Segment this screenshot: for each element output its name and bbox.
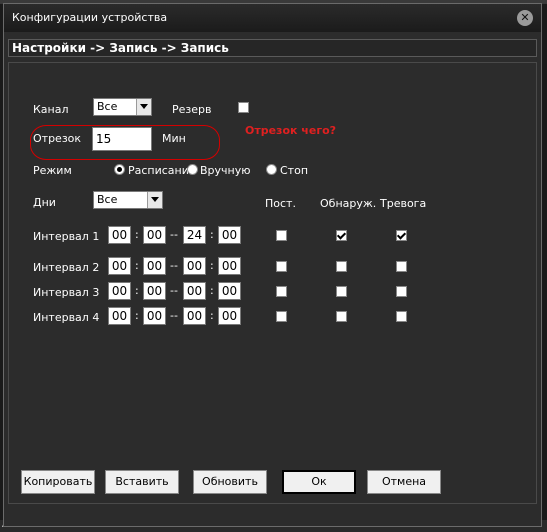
mode-schedule-label: Расписани: [128, 164, 189, 177]
start-hour-input[interactable]: 00: [108, 257, 131, 275]
mode-label: Режим: [33, 164, 72, 177]
post-checkbox[interactable]: [276, 261, 287, 272]
post-checkbox[interactable]: [276, 230, 287, 241]
time-colon: :: [210, 309, 214, 322]
reserve-label: Резерв: [172, 103, 212, 116]
time-range-separator: --: [170, 309, 178, 322]
time-range-separator: --: [170, 259, 178, 272]
time-colon: :: [210, 228, 214, 241]
days-select[interactable]: Все: [93, 191, 163, 209]
refresh-button[interactable]: Обновить: [193, 470, 267, 494]
start-hour-input[interactable]: 00: [108, 307, 131, 325]
column-header-detect: Обнаруж.: [320, 197, 377, 210]
alarm-checkbox[interactable]: [396, 286, 407, 297]
detect-checkbox[interactable]: [336, 311, 347, 322]
time-colon: :: [135, 284, 139, 297]
window-titlebar[interactable]: Конфигурации устройства ✕: [4, 4, 541, 32]
post-checkbox[interactable]: [276, 311, 287, 322]
end-minute-input[interactable]: 00: [218, 257, 241, 275]
start-minute-input[interactable]: 00: [143, 226, 166, 244]
post-checkbox[interactable]: [276, 286, 287, 297]
mode-stop-label: Стоп: [280, 164, 309, 177]
start-hour-input[interactable]: 00: [108, 282, 131, 300]
time-colon: :: [210, 284, 214, 297]
interval-label: Интервал 4: [33, 311, 100, 324]
window-title: Конфигурации устройства: [12, 11, 168, 24]
channel-select[interactable]: Все: [93, 98, 152, 116]
interval-label: Интервал 1: [33, 230, 100, 243]
column-header-post: Пост.: [265, 197, 296, 210]
segment-unit: Мин: [162, 132, 186, 145]
reserve-checkbox[interactable]: [238, 102, 249, 113]
end-minute-input[interactable]: 00: [218, 307, 241, 325]
time-colon: :: [135, 309, 139, 322]
time-range-separator: --: [170, 228, 178, 241]
column-header-alarm: Тревога: [380, 197, 427, 210]
mode-stop-radio[interactable]: [266, 164, 277, 175]
channel-label: Канал: [33, 103, 69, 116]
chevron-down-icon: [136, 99, 151, 115]
time-colon: :: [135, 228, 139, 241]
segment-input[interactable]: 15: [92, 127, 152, 151]
start-minute-input[interactable]: 00: [143, 282, 166, 300]
start-minute-input[interactable]: 00: [143, 257, 166, 275]
time-colon: :: [135, 259, 139, 272]
detect-checkbox[interactable]: [336, 261, 347, 272]
interval-label: Интервал 3: [33, 286, 100, 299]
mode-manual-label: Вручную: [200, 164, 251, 177]
end-hour-input[interactable]: 24: [183, 226, 206, 244]
detect-checkbox[interactable]: [336, 230, 347, 241]
breadcrumb-bar: Настройки -> Запись -> Запись: [8, 39, 537, 57]
segment-label: Отрезок: [33, 132, 82, 145]
detect-checkbox[interactable]: [336, 286, 347, 297]
start-minute-input[interactable]: 00: [143, 307, 166, 325]
days-label: Дни: [33, 196, 56, 209]
interval-label: Интервал 2: [33, 261, 100, 274]
breadcrumb: Настройки -> Запись -> Запись: [12, 41, 229, 55]
paste-button[interactable]: Вставить: [105, 470, 179, 494]
start-hour-input[interactable]: 00: [108, 226, 131, 244]
copy-button[interactable]: Копировать: [21, 470, 95, 494]
alarm-checkbox[interactable]: [396, 311, 407, 322]
close-icon[interactable]: ✕: [517, 10, 533, 26]
end-hour-input[interactable]: 00: [183, 257, 206, 275]
alarm-checkbox[interactable]: [396, 230, 407, 241]
end-hour-input[interactable]: 00: [183, 282, 206, 300]
chevron-down-icon: [147, 192, 162, 208]
time-range-separator: --: [170, 284, 178, 297]
mode-manual-radio[interactable]: [187, 164, 198, 175]
ok-button[interactable]: Ок: [282, 470, 356, 494]
annotation-text: Отрезок чего?: [245, 124, 337, 137]
days-select-value: Все: [97, 193, 118, 206]
mode-schedule-radio[interactable]: [114, 164, 125, 175]
alarm-checkbox[interactable]: [396, 261, 407, 272]
time-colon: :: [210, 259, 214, 272]
end-hour-input[interactable]: 00: [183, 307, 206, 325]
channel-select-value: Все: [97, 100, 118, 113]
end-minute-input[interactable]: 00: [218, 226, 241, 244]
end-minute-input[interactable]: 00: [218, 282, 241, 300]
cancel-button[interactable]: Отмена: [367, 470, 441, 494]
